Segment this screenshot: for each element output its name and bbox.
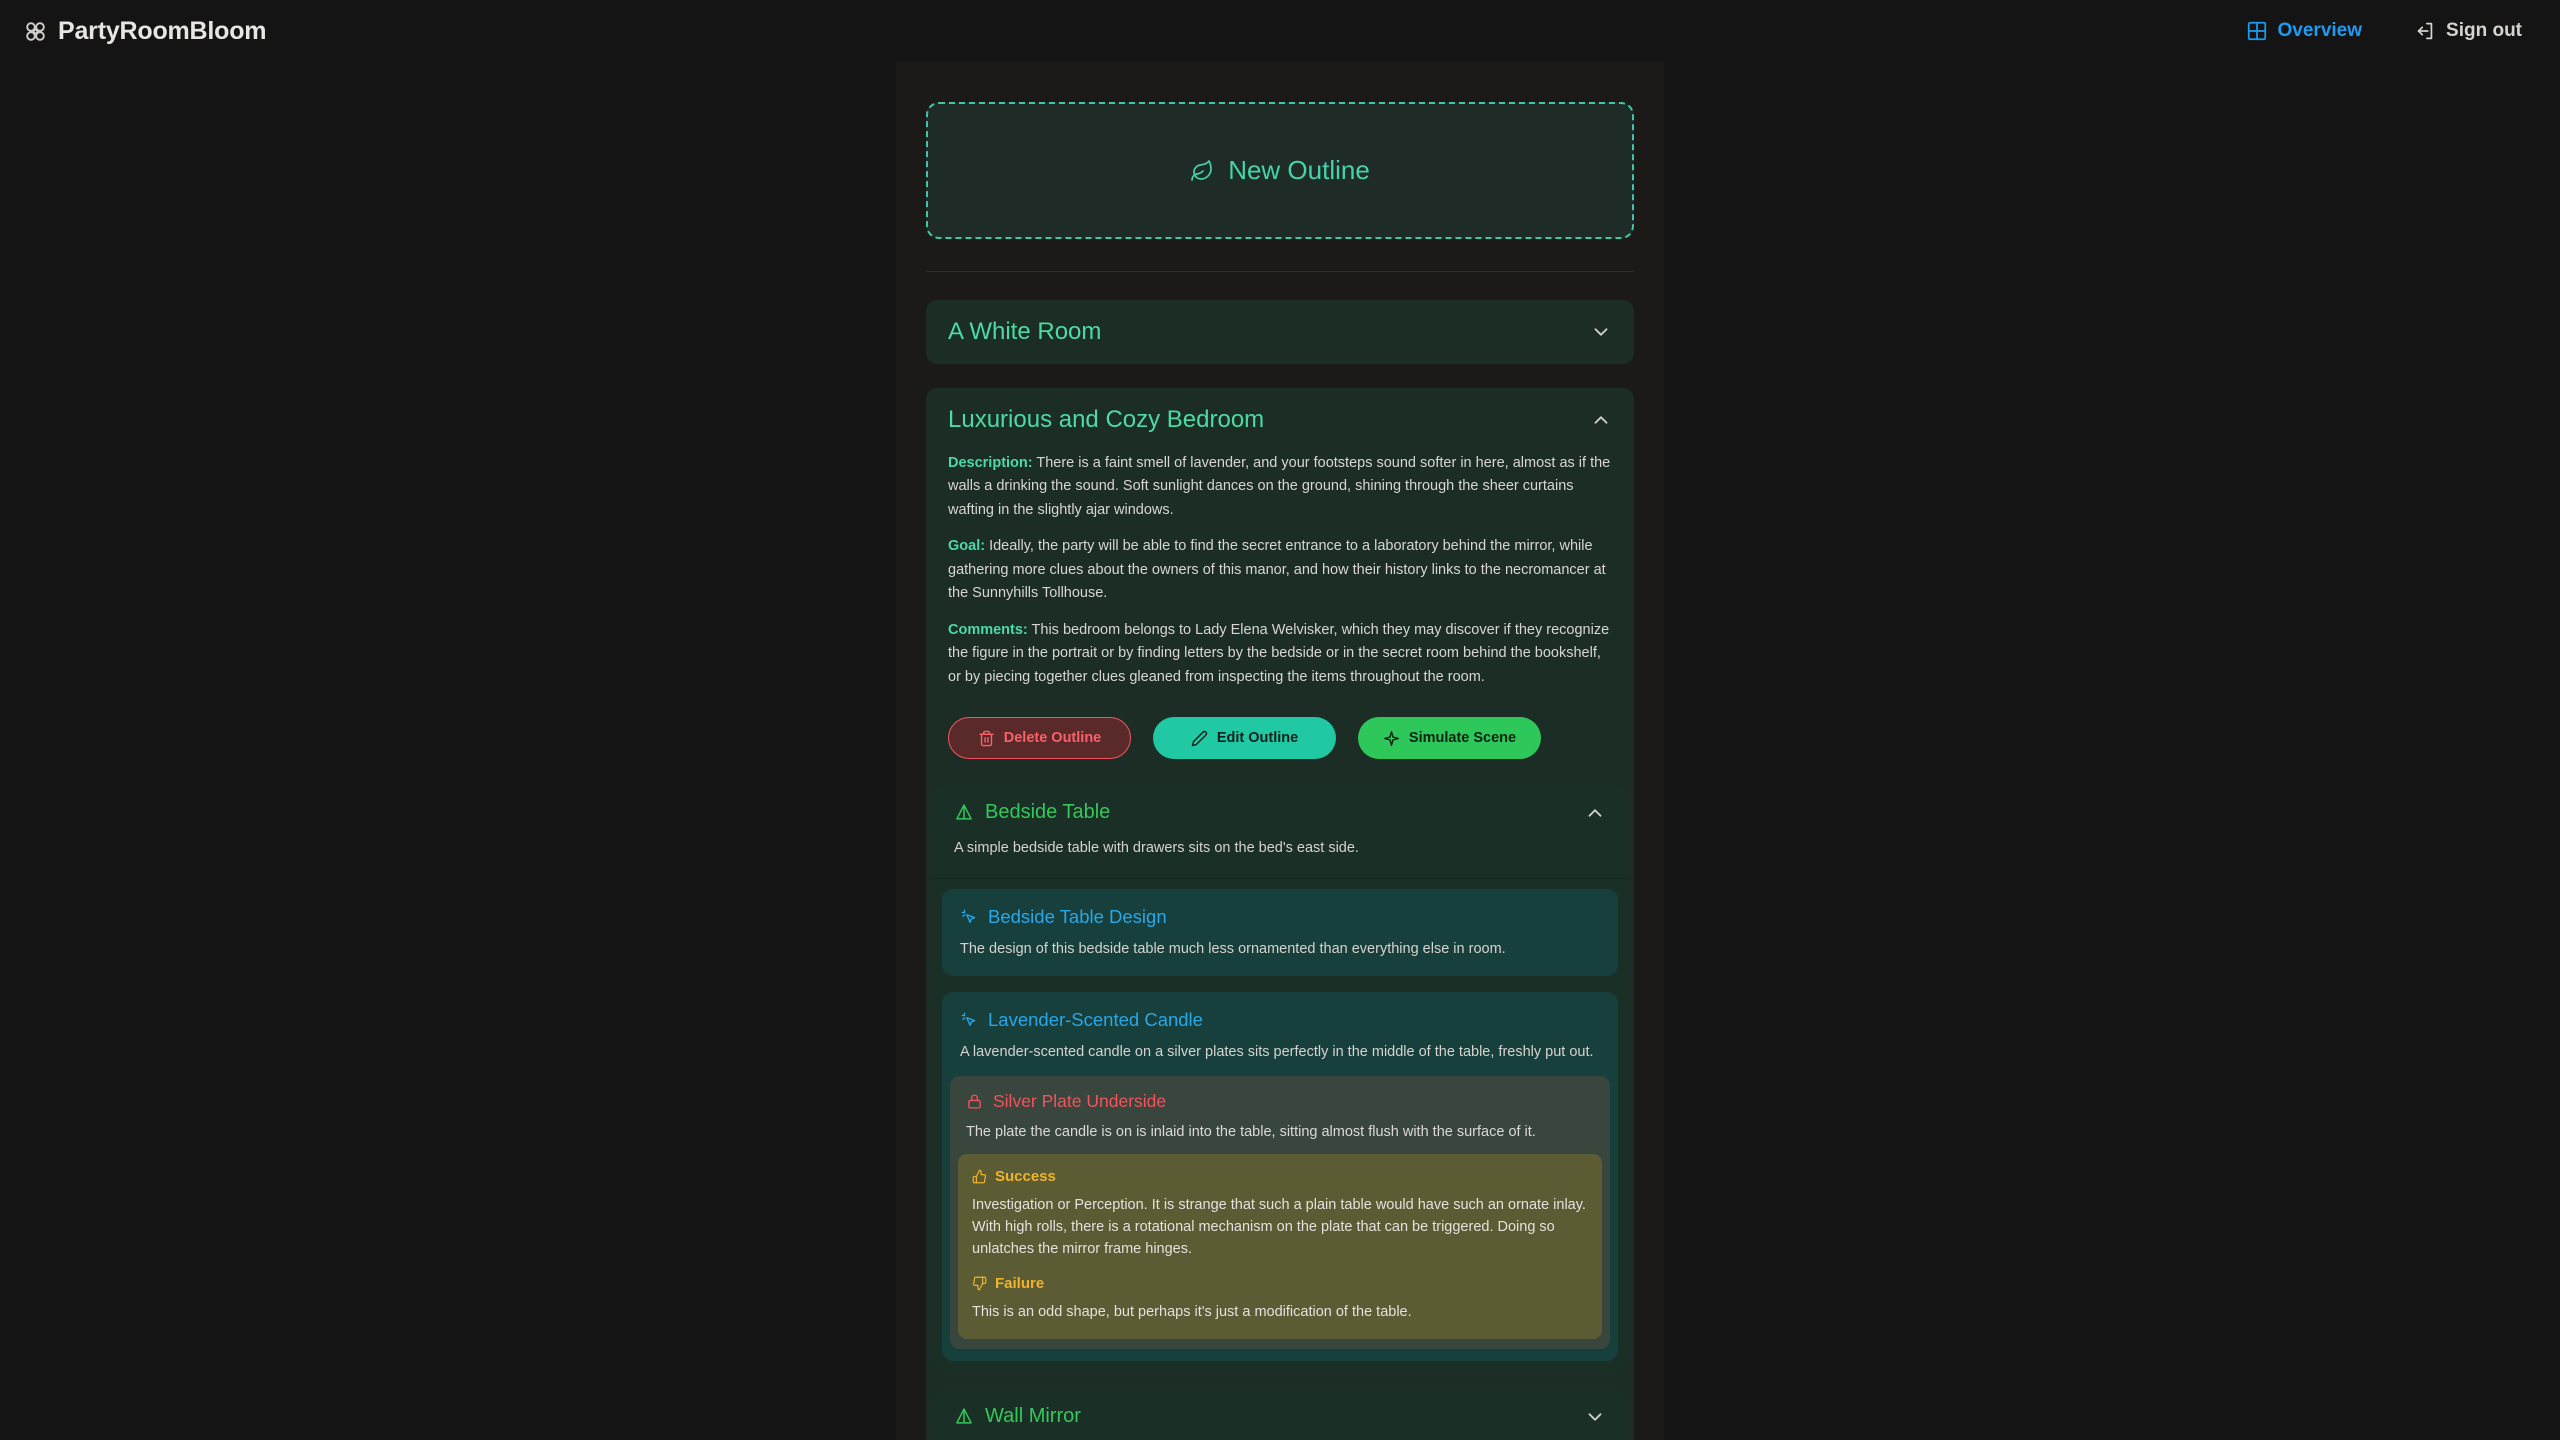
outline-card-expanded: Luxurious and Cozy Bedroom Description: …	[926, 388, 1634, 1440]
goal-label: Goal:	[948, 538, 986, 555]
outline-title: Luxurious and Cozy Bedroom	[948, 406, 1265, 433]
cursor-sparkle-icon	[960, 908, 978, 926]
trash-icon	[978, 730, 995, 747]
description-label: Description:	[948, 455, 1033, 471]
pencil-icon	[1191, 730, 1208, 747]
scene-description: A large, ornate mirror dominates the wes…	[934, 1428, 1626, 1440]
brand-name: PartyRoomBloom	[58, 16, 267, 45]
leaf-icon	[1190, 159, 1214, 183]
simulate-scene-label: Simulate Scene	[1408, 730, 1517, 747]
nav-signout-label: Sign out	[2446, 20, 2522, 41]
content-column: New Outline A White Room Luxurious and C…	[896, 62, 1664, 1440]
outline-title: A White Room	[948, 318, 1102, 345]
element-title: Bedside Table Design	[988, 905, 1167, 927]
failure-label: Failure	[995, 1274, 1045, 1292]
edit-outline-button[interactable]: Edit Outline	[1153, 717, 1336, 760]
scene-description: A simple bedside table with drawers sits…	[954, 840, 1359, 857]
pyramid-icon	[954, 803, 974, 823]
element-header-toggle[interactable]: Bedside Table Design	[942, 893, 1618, 928]
chevron-down-icon[interactable]	[1584, 1406, 1606, 1428]
simulate-scene-button[interactable]: Simulate Scene	[1358, 717, 1541, 760]
cursor-sparkle-icon	[960, 1011, 978, 1029]
chevron-down-icon[interactable]	[1590, 321, 1612, 343]
description-text: There is a faint smell of lavender, and …	[948, 455, 1611, 518]
brand-logo[interactable]: PartyRoomBloom	[22, 16, 267, 46]
outline-card-collapsed: A White Room	[926, 300, 1634, 364]
chevron-up-icon[interactable]	[1584, 802, 1606, 824]
sparkle-icon	[1383, 730, 1400, 747]
success-text: Investigation or Perception. It is stran…	[972, 1196, 1586, 1258]
scene-title: Wall Mirror	[985, 1405, 1081, 1428]
element-title: Lavender-Scented Candle	[988, 1009, 1203, 1031]
outline-goal: Goal: Ideally, the party will be able to…	[948, 535, 1612, 605]
chevron-up-icon[interactable]	[1590, 409, 1612, 431]
element-children: Silver Plate Underside The plate the can…	[942, 1075, 1618, 1358]
outline-header-toggle[interactable]: Luxurious and Cozy Bedroom	[926, 388, 1634, 452]
flower-bloom-icon	[22, 18, 49, 45]
element-description: The design of this bedside table much le…	[960, 940, 1506, 957]
pyramid-icon	[954, 1407, 974, 1427]
discovery-title: Silver Plate Underside	[993, 1090, 1167, 1111]
discovery-children: Success Investigation or Perception. It …	[950, 1153, 1610, 1344]
scene-header-left: Bedside Table	[954, 801, 1110, 824]
nav-overview-link[interactable]: Overview	[2246, 20, 2363, 42]
comments-text: This bedroom belongs to Lady Elena Welvi…	[948, 621, 1610, 685]
discovery-description: The plate the candle is on is inlaid int…	[966, 1123, 1536, 1140]
outline-header-toggle[interactable]: A White Room	[926, 300, 1634, 364]
new-outline-button[interactable]: New Outline	[926, 102, 1634, 239]
delete-outline-label: Delete Outline	[1003, 730, 1102, 747]
scene-card: Wall Mirror A large, ornate mirror domin…	[934, 1389, 1626, 1440]
nav-signout-link[interactable]: Sign out	[2414, 20, 2522, 42]
success-row: Success	[972, 1168, 1588, 1185]
grid-icon	[2246, 20, 2268, 42]
outline-body: Description: There is a faint smell of l…	[926, 452, 1634, 785]
lock-icon	[966, 1093, 983, 1110]
scene-title: Bedside Table	[985, 801, 1111, 824]
element-header-toggle[interactable]: Lavender-Scented Candle	[942, 996, 1618, 1031]
delete-outline-button[interactable]: Delete Outline	[948, 717, 1131, 760]
outline-actions: Delete Outline Edit Outline Simulate Sce…	[948, 689, 1612, 785]
discovery-header-toggle[interactable]: Silver Plate Underside	[950, 1079, 1610, 1112]
discovery-card: Silver Plate Underside The plate the can…	[950, 1075, 1610, 1350]
new-outline-label: New Outline	[1228, 155, 1370, 185]
scene-header-toggle[interactable]: Wall Mirror	[934, 1389, 1626, 1428]
outline-description: Description: There is a faint smell of l…	[948, 452, 1612, 522]
success-label: Success	[995, 1167, 1056, 1185]
scene-list: Bedside Table A simple bedside table wit…	[926, 785, 1634, 1440]
comments-label: Comments:	[948, 621, 1028, 638]
thumbs-down-icon	[972, 1276, 987, 1291]
element-description: A lavender-scented candle on a silver pl…	[960, 1044, 1594, 1061]
scene-children: Bedside Table Design The design of this …	[934, 877, 1626, 1372]
element-card: Bedside Table Design The design of this …	[942, 888, 1618, 977]
outline-comments: Comments: This bedroom belongs to Lady E…	[948, 619, 1612, 689]
edit-outline-label: Edit Outline	[1216, 730, 1299, 747]
failure-row: Failure	[972, 1275, 1588, 1292]
logout-icon	[2414, 20, 2436, 42]
outcome-card: Success Investigation or Perception. It …	[958, 1153, 1602, 1340]
nav-actions: Overview Sign out	[2246, 20, 2522, 42]
goal-text: Ideally, the party will be able to find …	[948, 538, 1606, 602]
outcome-spacer	[972, 1261, 1588, 1275]
thumbs-up-icon	[972, 1169, 987, 1184]
scene-header-toggle[interactable]: Bedside Table	[934, 785, 1626, 824]
element-card: Lavender-Scented Candle A lavender-scent…	[942, 992, 1618, 1362]
scene-card: Bedside Table A simple bedside table wit…	[934, 785, 1626, 1372]
nav-overview-label: Overview	[2277, 20, 2363, 41]
top-navigation-bar: PartyRoomBloom Overview Sign out	[0, 0, 2560, 62]
section-divider	[926, 271, 1634, 272]
failure-text: This is an odd shape, but perhaps it's j…	[972, 1303, 1412, 1320]
scene-header-left: Wall Mirror	[954, 1405, 1081, 1428]
page-background: New Outline A White Room Luxurious and C…	[0, 62, 2560, 1440]
